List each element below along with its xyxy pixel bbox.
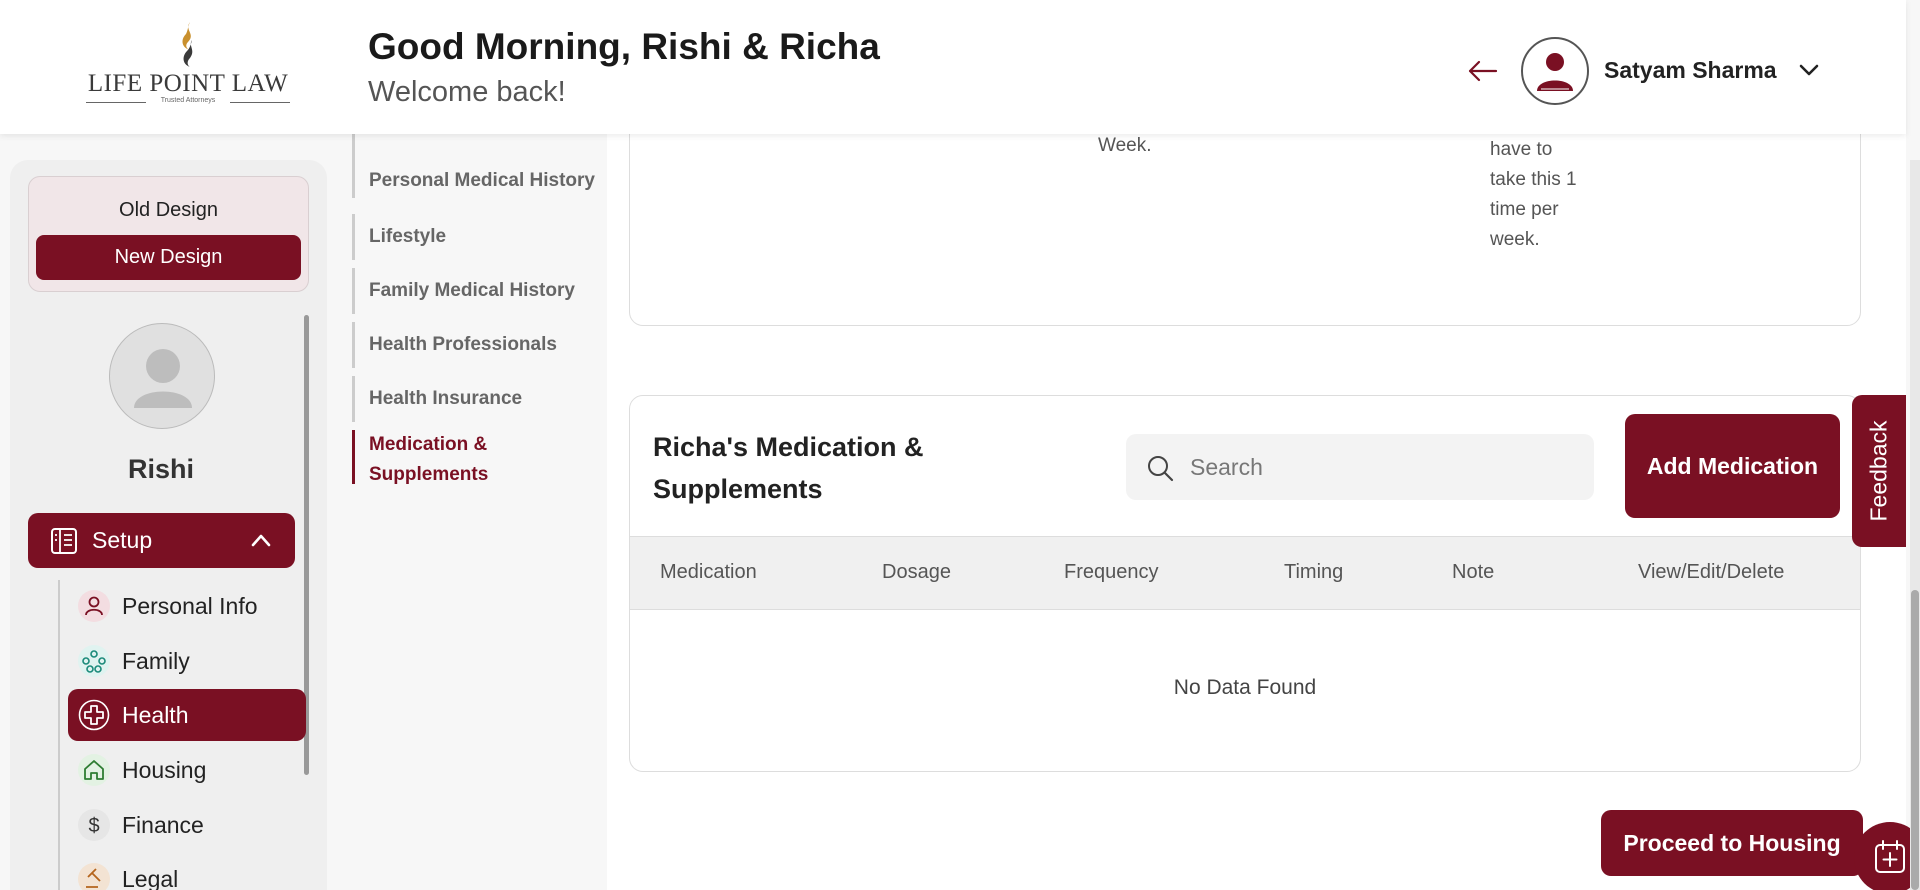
search-icon xyxy=(1148,456,1174,482)
column-header-note[interactable]: Note xyxy=(1452,561,1494,584)
feedback-tab[interactable]: Feedback xyxy=(1852,395,1906,547)
previous-medication-card: Week. have to take this 1 time per week. xyxy=(629,114,1861,326)
column-header-medication[interactable]: Medication xyxy=(660,561,757,584)
sidebar-item-label: Health xyxy=(122,702,189,728)
sidebar-item-label: Finance xyxy=(122,812,204,838)
person-icon xyxy=(78,590,110,622)
empty-state-text: No Data Found xyxy=(1173,676,1317,699)
feedback-label: Feedback xyxy=(1865,420,1892,522)
medication-card: Richa's Medication & Supplements Add Med… xyxy=(629,395,1861,772)
page-scrollbar[interactable] xyxy=(1910,160,1920,890)
sidebar-item-personal-info[interactable]: Personal Info xyxy=(68,580,306,632)
svg-text:$: $ xyxy=(88,815,99,837)
proceed-to-housing-button[interactable]: Proceed to Housing xyxy=(1601,810,1863,876)
scrollbar-thumb[interactable] xyxy=(1911,590,1919,890)
column-header-dosage[interactable]: Dosage xyxy=(882,561,951,584)
sidebar-item-housing[interactable]: Housing xyxy=(68,744,306,796)
frequency-cell: Week. xyxy=(1098,135,1152,156)
new-design-button[interactable]: New Design xyxy=(36,235,301,280)
logo-name: LIFE POINT LAW xyxy=(87,70,289,97)
flame-logo-icon xyxy=(182,22,193,67)
legal-icon xyxy=(78,863,110,890)
profile-name: Rishi xyxy=(127,454,194,484)
subnav-lifestyle[interactable]: Lifestyle xyxy=(352,214,607,260)
note-cell: have to take this 1 time per week. xyxy=(1490,139,1577,250)
family-icon xyxy=(78,645,110,677)
sidebar: Old Design New Design Rishi Setup Person… xyxy=(10,160,327,890)
design-toggle: Old Design New Design xyxy=(28,176,309,292)
top-header: LIFE POINT LAW Trusted Attorneys Good Mo… xyxy=(0,0,1906,134)
user-name[interactable]: Satyam Sharma xyxy=(1604,57,1777,84)
subnav-health-insurance[interactable]: Health Insurance xyxy=(352,376,607,422)
setup-nav-list: Personal Info Family Health Housing $ Fi… xyxy=(58,580,308,890)
sidebar-item-label: Legal xyxy=(122,866,179,890)
setup-book-icon xyxy=(51,528,77,554)
sidebar-item-finance[interactable]: $ Finance xyxy=(68,799,306,851)
subnav-health-professionals[interactable]: Health Professionals xyxy=(352,322,607,368)
profile-avatar[interactable] xyxy=(109,323,215,429)
search-box xyxy=(1126,434,1594,500)
add-medication-button[interactable]: Add Medication xyxy=(1625,414,1840,518)
logo[interactable]: LIFE POINT LAW Trusted Attorneys xyxy=(84,20,292,110)
column-header-timing[interactable]: Timing xyxy=(1284,561,1343,584)
card-title: Richa's Medication & Supplements xyxy=(653,432,924,504)
health-plus-icon xyxy=(78,699,110,731)
chevron-up-icon xyxy=(251,534,271,547)
sidebar-item-label: Housing xyxy=(122,757,207,783)
subnav-family-medical-history[interactable]: Family Medical History xyxy=(352,268,607,314)
person-placeholder-icon xyxy=(134,349,192,408)
user-silhouette-icon xyxy=(1537,53,1573,91)
sidebar-item-label: Personal Info xyxy=(122,593,258,619)
back-arrow-icon[interactable] xyxy=(1466,58,1498,84)
setup-label: Setup xyxy=(92,527,153,553)
setup-section-toggle[interactable]: Setup xyxy=(28,513,295,568)
search-input[interactable] xyxy=(1190,448,1580,486)
sidebar-item-health[interactable]: Health xyxy=(68,689,306,741)
health-subnav: Personal Medical History Lifestyle Famil… xyxy=(337,134,607,890)
column-header-frequency[interactable]: Frequency xyxy=(1064,561,1159,584)
old-design-button[interactable]: Old Design xyxy=(29,199,308,222)
greeting-title: Good Morning, Rishi & Richa xyxy=(368,26,880,67)
subnav-medication-supplements[interactable]: Medication & Supplements xyxy=(352,430,562,485)
dollar-icon: $ xyxy=(78,809,110,841)
subnav-personal-medical-history[interactable]: Personal Medical History xyxy=(352,134,607,198)
sidebar-item-label: Family xyxy=(122,648,190,674)
column-header-actions[interactable]: View/Edit/Delete xyxy=(1638,561,1784,584)
table-header: Medication Dosage Frequency Timing Note … xyxy=(630,536,1860,610)
sidebar-item-legal[interactable]: Legal xyxy=(68,853,306,890)
logo-divider xyxy=(230,102,290,103)
chevron-down-icon[interactable] xyxy=(1796,60,1822,80)
welcome-subtitle: Welcome back! xyxy=(368,76,566,108)
sidebar-item-family[interactable]: Family xyxy=(68,635,306,687)
main-content: Week. have to take this 1 time per week.… xyxy=(607,114,1906,890)
house-icon xyxy=(78,754,110,786)
user-avatar[interactable] xyxy=(1521,37,1589,105)
calendar-plus-icon xyxy=(1875,840,1905,873)
